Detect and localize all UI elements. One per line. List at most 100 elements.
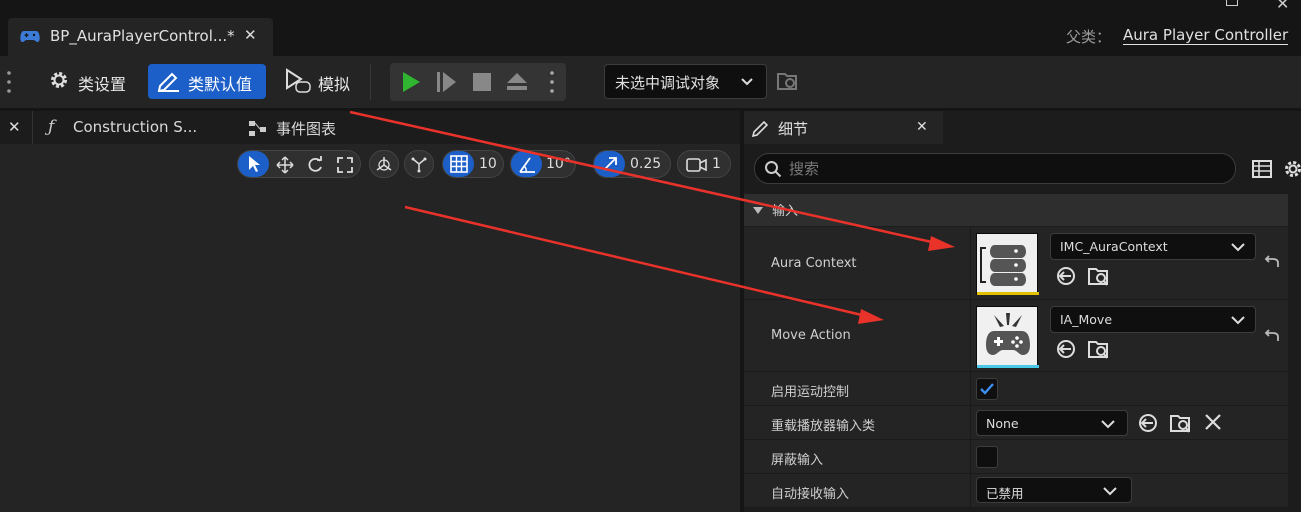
property-row-auto-receive-input: 自动接收输入 已禁用 bbox=[744, 474, 1288, 508]
document-tab-title: BP_AuraPlayerControl...* bbox=[50, 27, 235, 45]
parent-class-label: 父类： bbox=[1066, 28, 1112, 46]
grid-icon bbox=[450, 155, 468, 173]
world-local-toggle[interactable] bbox=[369, 150, 399, 178]
scale-snap[interactable]: 0.25 bbox=[593, 150, 671, 178]
browse-asset-icon[interactable] bbox=[1087, 265, 1109, 287]
search-input[interactable] bbox=[789, 159, 1219, 179]
transform-tools bbox=[237, 150, 361, 178]
property-row-aura-context: Aura Context IMC_AuraContext bbox=[744, 227, 1288, 300]
chevron-down-icon bbox=[1101, 420, 1115, 429]
browse-debug-icon[interactable] bbox=[776, 70, 798, 92]
details-search[interactable] bbox=[754, 153, 1236, 184]
collapse-arrow-icon bbox=[753, 207, 763, 214]
mapping-context-icon bbox=[977, 245, 1039, 295]
browse-class-icon[interactable] bbox=[1169, 412, 1191, 434]
step-icon[interactable] bbox=[436, 71, 458, 93]
editor-tabs: ✕ ƒ Construction S... 事件图表 bbox=[0, 111, 740, 144]
property-label: Move Action bbox=[771, 328, 851, 343]
grid-snap[interactable]: 10 bbox=[442, 150, 504, 178]
tab-event-graph[interactable]: 事件图表 bbox=[276, 118, 336, 139]
close-tab-icon[interactable]: ✕ bbox=[244, 26, 257, 44]
camera-speed[interactable]: 1 bbox=[677, 150, 731, 178]
gamepad-icon bbox=[20, 28, 40, 44]
details-tab[interactable]: 细节 ✕ bbox=[744, 111, 943, 144]
asset-thumbnail[interactable] bbox=[976, 306, 1039, 368]
input-action-icon bbox=[977, 313, 1039, 368]
parent-class-link[interactable]: Aura Player Controller bbox=[1123, 26, 1289, 45]
use-selected-icon[interactable] bbox=[1138, 413, 1158, 433]
details-tab-title: 细节 bbox=[778, 120, 809, 138]
use-selected-icon[interactable] bbox=[1056, 339, 1076, 359]
rotate-icon[interactable] bbox=[306, 156, 324, 174]
debug-object-value: 未选中调试对象 bbox=[615, 74, 721, 92]
eject-icon[interactable] bbox=[505, 71, 529, 93]
select-cursor-icon[interactable] bbox=[247, 155, 261, 173]
property-row-move-action: Move Action IA_Move bbox=[744, 300, 1288, 372]
property-label: 启用运动控制 bbox=[771, 385, 850, 400]
function-icon: ƒ bbox=[48, 117, 55, 137]
class-settings-label: 类设置 bbox=[78, 75, 127, 94]
close-panel-icon[interactable]: ✕ bbox=[8, 118, 21, 136]
simulate-button[interactable]: 模拟 bbox=[276, 64, 360, 99]
maximize-icon[interactable] bbox=[1226, 0, 1238, 6]
simulate-label: 模拟 bbox=[318, 75, 351, 94]
input-section-header[interactable]: 输入 bbox=[744, 194, 1288, 226]
tab-divider bbox=[32, 111, 33, 144]
document-tab[interactable]: BP_AuraPlayerControl...* ✕ bbox=[8, 18, 273, 56]
toolbar-divider bbox=[370, 64, 371, 100]
settings-gear-icon[interactable] bbox=[1282, 158, 1301, 180]
column-divider bbox=[970, 474, 971, 507]
property-row-block-input: 屏蔽输入 bbox=[744, 440, 1288, 474]
reset-to-default-icon[interactable] bbox=[1263, 329, 1281, 343]
scale-icon[interactable] bbox=[336, 156, 354, 174]
move-action-value: IA_Move bbox=[1060, 312, 1113, 327]
property-row-enable-motion-control: 启用运动控制 bbox=[744, 372, 1288, 406]
property-label: 重载播放器输入类 bbox=[771, 419, 876, 434]
stop-icon[interactable] bbox=[472, 72, 492, 92]
aura-context-value: IMC_AuraContext bbox=[1060, 239, 1168, 254]
translate-icon[interactable] bbox=[276, 156, 294, 174]
use-selected-icon[interactable] bbox=[1056, 266, 1076, 286]
browse-asset-icon[interactable] bbox=[1087, 338, 1109, 360]
column-divider bbox=[970, 440, 971, 473]
reset-to-default-icon[interactable] bbox=[1263, 255, 1281, 269]
asset-thumbnail[interactable] bbox=[976, 233, 1039, 295]
scale-snap-value: 0.25 bbox=[630, 156, 662, 172]
rotation-snap[interactable]: 10° bbox=[510, 150, 576, 178]
details-close-icon[interactable]: ✕ bbox=[916, 119, 928, 135]
checkmark-icon bbox=[980, 383, 994, 395]
input-class-value: None bbox=[986, 416, 1019, 431]
block-input-checkbox[interactable] bbox=[976, 446, 998, 468]
details-scrollbar[interactable] bbox=[1290, 194, 1301, 512]
rotation-snap-value: 10° bbox=[546, 156, 571, 172]
clear-icon[interactable] bbox=[1204, 413, 1222, 431]
class-settings-button[interactable]: 类设置 bbox=[40, 64, 140, 99]
grid-size-value: 10 bbox=[479, 156, 497, 172]
section-title: 输入 bbox=[772, 204, 799, 219]
motion-control-checkbox[interactable] bbox=[976, 378, 998, 400]
viewport[interactable] bbox=[0, 144, 740, 512]
aura-context-dropdown[interactable]: IMC_AuraContext bbox=[1050, 233, 1256, 260]
debug-object-select[interactable]: 未选中调试对象 bbox=[604, 64, 767, 99]
column-divider bbox=[970, 227, 971, 299]
class-defaults-button[interactable]: 类默认值 bbox=[148, 64, 266, 99]
table-view-icon[interactable] bbox=[1252, 159, 1272, 179]
tab-construction-script[interactable]: Construction S... bbox=[73, 118, 197, 136]
play-options-icon[interactable] bbox=[549, 70, 555, 94]
angle-icon bbox=[518, 156, 536, 174]
play-controls bbox=[390, 63, 566, 101]
simulate-icon bbox=[284, 68, 312, 94]
auto-receive-dropdown[interactable]: 已禁用 bbox=[976, 477, 1132, 503]
column-divider bbox=[970, 372, 971, 405]
window-close-icon[interactable]: ✕ bbox=[1276, 0, 1289, 13]
camera-speed-value: 1 bbox=[712, 156, 721, 172]
chevron-down-icon bbox=[741, 78, 753, 86]
search-icon bbox=[764, 160, 782, 178]
play-icon[interactable] bbox=[400, 71, 422, 93]
surface-snap-toggle[interactable] bbox=[404, 150, 434, 178]
move-action-dropdown[interactable]: IA_Move bbox=[1050, 306, 1256, 333]
surface-snap-icon bbox=[410, 155, 428, 173]
gear-icon bbox=[48, 69, 70, 91]
input-class-dropdown[interactable]: None bbox=[976, 410, 1128, 436]
property-label: 屏蔽输入 bbox=[771, 453, 824, 468]
